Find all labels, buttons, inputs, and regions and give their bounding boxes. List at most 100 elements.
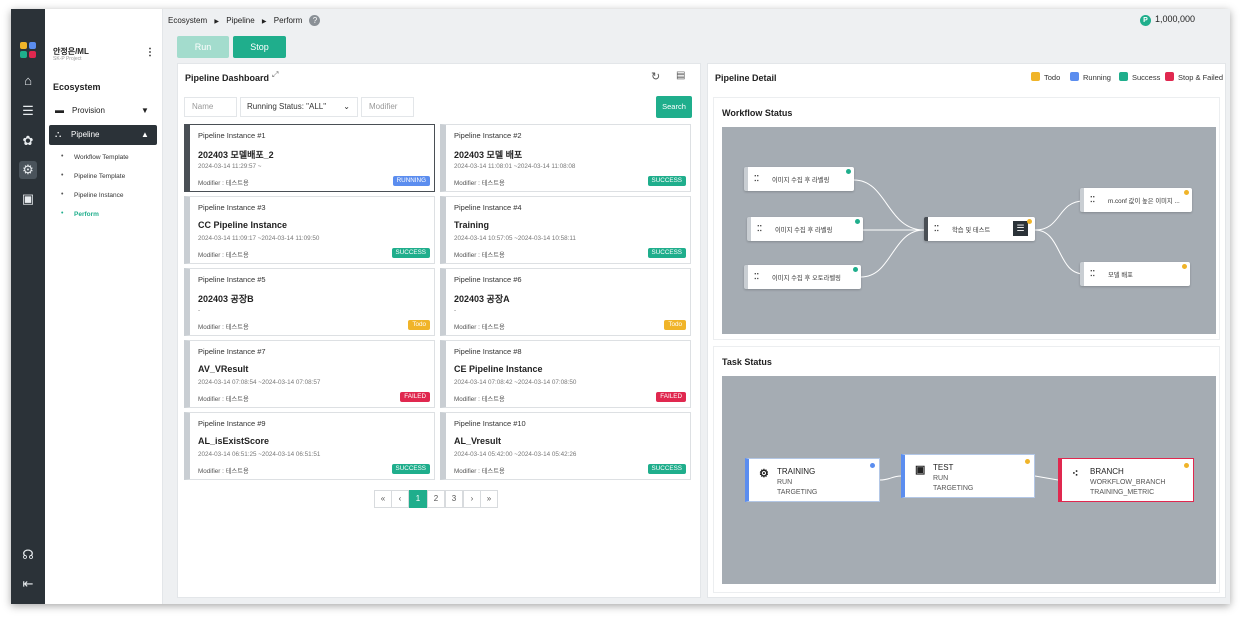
clipboard-icon: ▣ <box>915 464 926 476</box>
legend-swatch <box>1031 72 1040 81</box>
card-time: 2024-03-14 10:57:05 ~2024-03-14 10:58:11 <box>454 235 576 242</box>
pipeline-instance-card[interactable]: Pipeline Instance #8 CE Pipeline Instance… <box>440 340 691 408</box>
sidebar-sub-label: Pipeline Instance <box>74 192 124 199</box>
legend-item-failed: Stop & Failed <box>1165 72 1223 82</box>
next-page-button[interactable]: › <box>463 490 481 508</box>
page-button[interactable]: 3 <box>445 490 463 508</box>
last-page-button[interactable]: » <box>480 490 498 508</box>
pipeline-instance-card[interactable]: Pipeline Instance #5 202403 공장B - Modifier … <box>184 268 435 336</box>
legend-swatch <box>1165 72 1174 81</box>
sidebar-sub-perform[interactable]: • Perform <box>55 209 155 223</box>
sidebar-item-label: Pipeline <box>71 130 100 139</box>
points-icon: P <box>1140 15 1151 26</box>
sidebar-sub-pipeline-instance[interactable]: • Pipeline Instance <box>55 190 155 204</box>
page-button[interactable]: 2 <box>427 490 445 508</box>
task-canvas[interactable]: ⚙ TRAINING RUN TARGETING ▣ TEST RUN TARGETING … <box>722 376 1216 584</box>
running-status-select[interactable]: Running Status: "ALL" ⌄ <box>240 97 358 117</box>
task-node-training[interactable]: ⚙ TRAINING RUN TARGETING <box>745 458 880 502</box>
more-icon[interactable]: ⋮ <box>145 47 155 58</box>
card-time: 2024-03-14 11:08:01 ~2024-03-14 11:08:08 <box>454 163 576 170</box>
stop-button[interactable]: Stop <box>233 36 286 58</box>
pipeline-instance-card[interactable]: Pipeline Instance #10 AL_Vresult 2024-03-1… <box>440 412 691 480</box>
card-title: Training <box>454 220 490 230</box>
card-title: 202403 모델배포_2 <box>198 150 274 160</box>
help-icon[interactable]: ? <box>309 15 321 26</box>
page-button[interactable]: 1 <box>409 490 427 508</box>
prev-page-button[interactable]: ‹ <box>391 490 409 508</box>
monitor-icon[interactable]: ▣ <box>19 190 37 208</box>
card-time: 2024-03-14 05:42:00 ~2024-03-14 05:42:26 <box>454 451 577 458</box>
card-title: CE Pipeline Instance <box>454 364 543 374</box>
pipeline-instance-card[interactable]: Pipeline Instance #3 CC Pipeline Instance… <box>184 196 435 264</box>
caret-up-icon: ▲ <box>141 130 149 139</box>
status-badge: SUCCESS <box>391 248 430 258</box>
workflow-node[interactable]: ⁚⁚ 이미지 수집 후 라벨링 <box>744 167 854 191</box>
pipeline-instance-card[interactable]: Pipeline Instance #1 202403 모델배포_2 2024-03… <box>184 124 435 192</box>
card-modifier: Modifier : 테스트용 <box>198 468 249 475</box>
card-modifier: Modifier : 테스트용 <box>198 324 249 331</box>
sidebar-sub-workflow-template[interactable]: • Workflow Template <box>55 152 155 166</box>
task-node-branch[interactable]: ⁖ BRANCH WORKFLOW_BRANCH TRAINING_METRIC <box>1058 458 1194 502</box>
legend-item-running: Running <box>1070 72 1111 82</box>
sidebar-item-pipeline[interactable]: ⛬ Pipeline ▲ <box>49 125 157 145</box>
workflow-node[interactable]: ⁚⁚ 학습 및 테스트 ☰ <box>924 217 1035 241</box>
workflow-node[interactable]: ⁚⁚ 이미지 수집 후 오토라벨링 <box>744 265 861 289</box>
logout-icon[interactable]: ⇤ <box>19 575 37 593</box>
pipeline-instance-card[interactable]: Pipeline Instance #7 AV_VResult 2024-03-14… <box>184 340 435 408</box>
card-instance: Pipeline Instance #3 <box>198 203 266 212</box>
user-project: SK-P Project <box>53 56 82 62</box>
legend-item-todo: Todo <box>1031 72 1060 82</box>
modifier-filter-input[interactable]: Modifier <box>361 97 414 117</box>
main-area: Ecosystem ▶ Pipeline ▶ Perform ? P 1,000,… <box>163 9 1230 604</box>
card-title: CC Pipeline Instance <box>198 220 288 230</box>
save-icon[interactable]: ▤ <box>676 70 685 81</box>
status-dot <box>855 219 860 224</box>
status-badge: FAILED <box>656 392 686 402</box>
sidebar-sub-label: Perform <box>74 211 99 218</box>
database-icon[interactable]: ☰ <box>19 102 37 120</box>
card-modifier: Modifier : 테스트용 <box>454 396 505 403</box>
panel-title: Pipeline Detail <box>715 73 777 83</box>
sidebar-sub-pipeline-template[interactable]: • Pipeline Template <box>55 171 155 185</box>
breadcrumb-item[interactable]: Ecosystem <box>168 16 207 25</box>
panel-title: Pipeline Dashboard <box>185 73 270 83</box>
app-logo[interactable] <box>20 42 36 58</box>
sidebar-item-provision[interactable]: ▬ Provision ▼ <box>49 101 157 121</box>
pipeline-instance-card[interactable]: Pipeline Instance #2 202403 모델 배포 2024-03-… <box>440 124 691 192</box>
hierarchy-icon: ⛬ <box>55 129 62 139</box>
workflow-node[interactable]: ⁚⁚ 이미지 수집 후 라벨링 <box>747 217 863 241</box>
pipeline-instance-card[interactable]: Pipeline Instance #6 202403 공장A - Modifier … <box>440 268 691 336</box>
task-node-test[interactable]: ▣ TEST RUN TARGETING <box>901 454 1035 498</box>
search-button[interactable]: Search <box>656 96 692 118</box>
status-dot <box>1184 463 1189 468</box>
node-icon: ⁚⁚ <box>1090 195 1096 204</box>
card-modifier: Modifier : 테스트용 <box>454 324 505 331</box>
name-filter-input[interactable]: Name <box>184 97 237 117</box>
gear-icon[interactable]: ⚙ <box>19 161 37 179</box>
sidebar-sub-label: Pipeline Template <box>74 173 126 180</box>
refresh-icon[interactable]: ↻ <box>651 70 660 83</box>
status-badge: SUCCESS <box>647 464 686 474</box>
expand-icon[interactable]: ⤢ <box>272 70 278 80</box>
section-title: Workflow Status <box>722 108 793 118</box>
workflow-canvas[interactable]: ⁚⁚ 이미지 수집 후 라벨링 ⁚⁚ 이미지 수집 후 라벨링 ⁚⁚ 이미지 수집 후… <box>722 127 1216 334</box>
workflow-node[interactable]: ⁚⁚ m.conf 값이 높은 이미지 ... <box>1080 188 1192 212</box>
sidebar-item-label: Provision <box>72 106 105 115</box>
first-page-button[interactable]: « <box>374 490 392 508</box>
sidebar-sub-label: Workflow Template <box>74 154 129 161</box>
status-dot <box>1184 190 1189 195</box>
card-time: 2024-03-14 11:09:17 ~2024-03-14 11:09:50 <box>198 235 320 242</box>
breadcrumb-item: Perform <box>273 16 303 25</box>
pipeline-instance-card[interactable]: Pipeline Instance #4 Training 2024-03-14 1… <box>440 196 691 264</box>
headset-icon[interactable]: ☊ <box>19 546 37 564</box>
node-icon: ⁚⁚ <box>754 272 760 281</box>
breadcrumb-item[interactable]: Pipeline <box>226 16 254 25</box>
pipeline-instance-card[interactable]: Pipeline Instance #9 AL_isExistScore 2024-… <box>184 412 435 480</box>
home-icon[interactable]: ⌂ <box>19 72 37 90</box>
run-button[interactable]: Run <box>177 36 229 58</box>
brain-icon[interactable]: ✿ <box>19 132 37 150</box>
workflow-node[interactable]: ⁚⁚ 모델 배포 <box>1080 262 1190 286</box>
card-instance: Pipeline Instance #6 <box>454 275 522 284</box>
node-icon: ⁚⁚ <box>1090 269 1096 278</box>
card-instance: Pipeline Instance #9 <box>198 419 266 428</box>
